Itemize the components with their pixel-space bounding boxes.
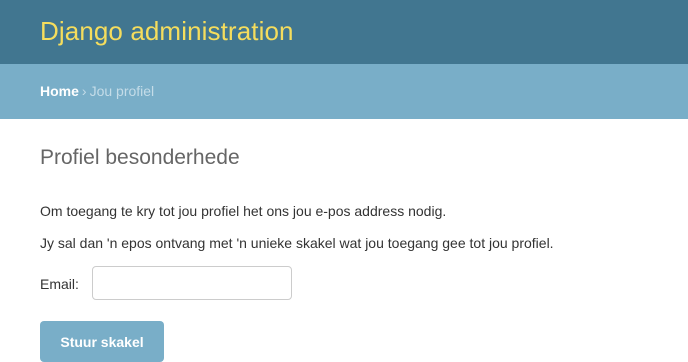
breadcrumb-separator: › — [81, 83, 87, 99]
breadcrumb: Home › Jou profiel — [0, 64, 688, 119]
header: Django administration — [0, 0, 688, 64]
intro-paragraph: Om toegang te kry tot jou profiel het on… — [40, 203, 447, 219]
page-title: Profiel besonderhede — [40, 146, 240, 169]
email-field[interactable] — [92, 266, 292, 300]
breadcrumb-home-link[interactable]: Home — [40, 83, 79, 99]
info-paragraph: Jy sal dan 'n epos ontvang met 'n unieke… — [40, 235, 554, 251]
breadcrumb-current: Jou profiel — [89, 83, 155, 99]
site-title-link[interactable]: Django administration — [40, 16, 294, 47]
send-link-button[interactable]: Stuur skakel — [40, 321, 164, 362]
email-label: Email: — [40, 276, 79, 292]
breadcrumb-inner: Home › Jou profiel — [40, 83, 154, 99]
